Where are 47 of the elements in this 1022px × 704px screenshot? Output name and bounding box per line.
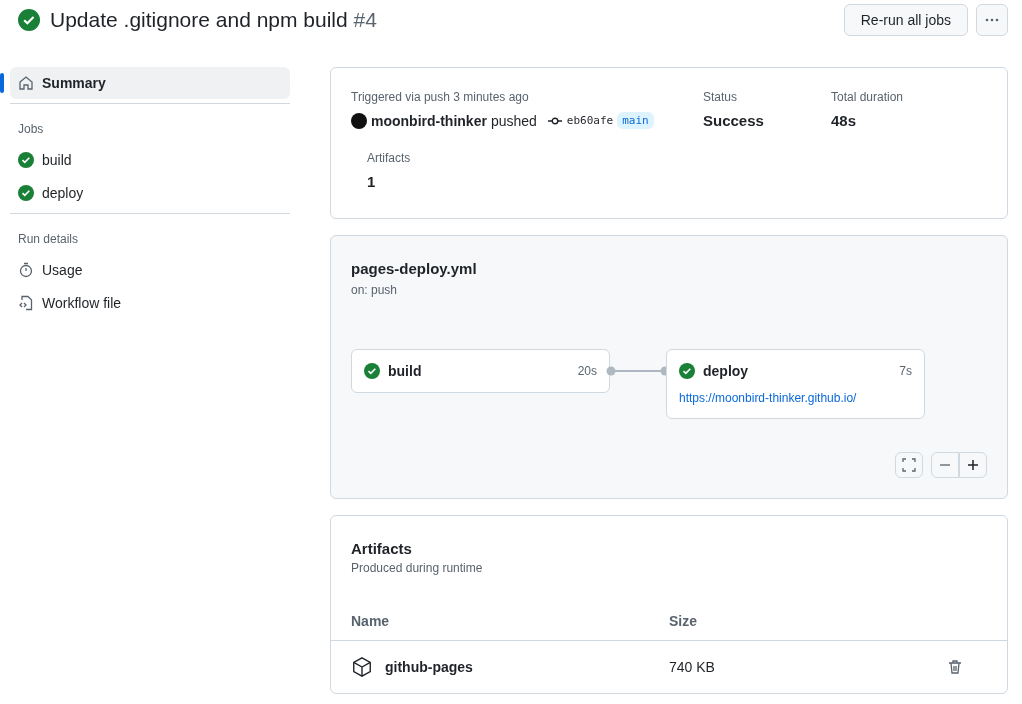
action-text: pushed bbox=[490, 112, 537, 129]
trash-icon[interactable] bbox=[947, 659, 963, 675]
avatar bbox=[351, 112, 367, 129]
sidebar-item[interactable]: Workflow file bbox=[10, 287, 290, 319]
stat-label: Total duration bbox=[831, 90, 905, 104]
package-icon bbox=[351, 656, 373, 678]
selection-indicator bbox=[0, 73, 4, 93]
actor-link[interactable]: moonbird-thinker bbox=[371, 112, 487, 129]
artifact-size: 740 KB bbox=[669, 659, 716, 675]
artifacts-title: Artifacts bbox=[351, 540, 413, 557]
job-node[interactable]: deploy 7s https://moonbird-thinker.github.io/ bbox=[666, 349, 925, 419]
stat-value: Success bbox=[703, 112, 765, 129]
sidebar-item[interactable]: build bbox=[10, 144, 290, 176]
stat-label: Artifacts bbox=[367, 151, 412, 165]
stat-label: Status bbox=[703, 90, 739, 104]
job-node[interactable]: build 20s bbox=[351, 349, 610, 393]
plus-icon bbox=[966, 458, 980, 472]
stat-value: 1 bbox=[367, 173, 377, 190]
fullscreen-icon bbox=[902, 458, 916, 472]
column-header: Size bbox=[669, 612, 698, 629]
commit-link[interactable]: eb60afe bbox=[566, 114, 614, 127]
zoom-in-button[interactable] bbox=[959, 452, 987, 478]
fullscreen-button[interactable] bbox=[895, 452, 923, 478]
trigger-text: Triggered via push 3 minutes ago bbox=[351, 90, 530, 104]
success-icon bbox=[18, 185, 34, 201]
success-icon bbox=[18, 152, 34, 168]
workflow-trigger: on: push bbox=[351, 283, 399, 297]
deployment-link[interactable]: https://moonbird-thinker.github.io/ bbox=[679, 391, 912, 405]
artifact-name[interactable]: github-pages bbox=[385, 659, 473, 675]
job-name: deploy bbox=[703, 363, 750, 379]
rerun-button[interactable]: Re-run all jobs bbox=[843, 4, 968, 36]
job-name: build bbox=[388, 363, 423, 379]
section-heading: Run details bbox=[17, 231, 80, 248]
section-heading: Jobs bbox=[17, 121, 45, 138]
branch-label[interactable]: main bbox=[617, 112, 654, 129]
job-duration: 7s bbox=[899, 364, 912, 378]
stat-value: 48s bbox=[831, 112, 858, 129]
column-header: Name bbox=[351, 612, 391, 629]
job-duration: 20s bbox=[577, 364, 597, 378]
artifacts-subtitle: Produced during runtime bbox=[351, 561, 484, 575]
workflow-file-name: pages-deploy.yml bbox=[351, 260, 478, 277]
sidebar-item[interactable]: Usage bbox=[10, 254, 290, 286]
run-title: Update .gitignore and npm build #4 bbox=[50, 8, 378, 32]
file-code-icon bbox=[18, 295, 34, 311]
stopwatch-icon bbox=[18, 262, 34, 278]
home-icon bbox=[18, 75, 34, 91]
sidebar-item[interactable]: deploy bbox=[10, 177, 290, 209]
